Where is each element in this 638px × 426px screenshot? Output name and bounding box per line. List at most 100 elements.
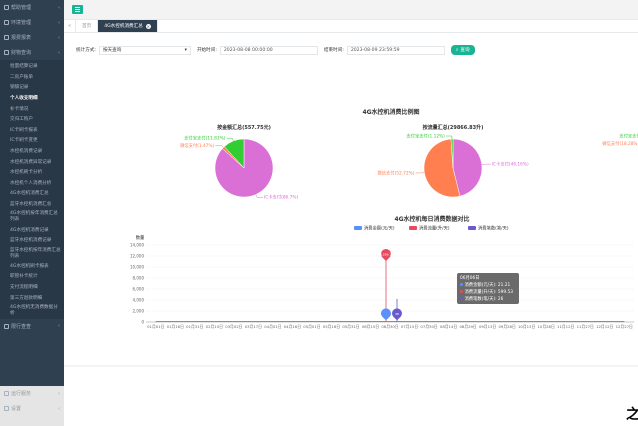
tab-close-icon[interactable]: × bbox=[145, 23, 151, 29]
pie-title: 按流量汇总(29866.83升) bbox=[423, 124, 484, 131]
sidebar-footer-group-0[interactable]: 运行服务 ‹ bbox=[0, 386, 64, 401]
x-tick-label: 04月01日 bbox=[264, 324, 281, 329]
x-tick-label: 01月01日 bbox=[147, 324, 164, 329]
x-tick-label: 01月16日 bbox=[167, 324, 184, 329]
pie-slice-label: 支付宝支付(1.12%) bbox=[406, 133, 445, 140]
y-tick-label: 2,000 bbox=[133, 309, 145, 314]
pie-title: 按金额汇总(557.75元) bbox=[217, 124, 271, 131]
legend-label: 消费笔数(笔/天) bbox=[478, 225, 509, 232]
y-tick-label: 8,000 bbox=[133, 276, 145, 281]
sidebar-group-bottom-0[interactable]: 限行查查 ‹ bbox=[0, 318, 64, 334]
sidebar-item[interactable]: 4G水控机消费汇总 bbox=[0, 188, 64, 199]
menu-group-label: 限行查查 bbox=[11, 323, 32, 330]
query-button[interactable]: ⌕ 查询 bbox=[450, 45, 475, 55]
menu-toggle-button[interactable] bbox=[72, 5, 83, 14]
tab-home[interactable]: 首页 bbox=[76, 20, 99, 32]
y-tick-label: 10,000 bbox=[130, 265, 144, 270]
pie-slice-label: 微信支付(18.28%) bbox=[602, 140, 638, 147]
sidebar-item[interactable]: 个人收支明细 bbox=[0, 93, 64, 104]
top-bar bbox=[64, 0, 638, 20]
chevron-left-icon: ‹ bbox=[58, 4, 60, 11]
tab-scroll-left-icon[interactable]: « bbox=[64, 20, 76, 32]
sidebar-item[interactable]: 蓝牙水控机消费记录 bbox=[0, 235, 64, 246]
corner-text: 之 bbox=[626, 407, 638, 423]
chevron-left-icon: ‹ bbox=[58, 390, 60, 397]
tab-bar: « 首页 4G水控机消费汇总 × bbox=[64, 20, 638, 33]
x-tick-label: 06月30日 bbox=[381, 324, 398, 329]
x-tick-label: 05月31日 bbox=[342, 324, 359, 329]
stat-mode-select[interactable]: 按天查询 ▾ bbox=[98, 45, 191, 55]
legend-label: 消费流量(升/天) bbox=[419, 225, 450, 232]
sidebar-footer: 运行服务 ‹ 设置 ‹ bbox=[0, 386, 64, 426]
x-tick-label: 06月15日 bbox=[362, 324, 379, 329]
sidebar-item[interactable]: IC卡刷卡报表 bbox=[0, 125, 64, 136]
sidebar-item[interactable]: 蓝牙水控机按年消费汇总列表 bbox=[0, 246, 64, 261]
x-tick-label: 01月31日 bbox=[186, 324, 203, 329]
stat-mode-value: 按天查询 bbox=[102, 48, 122, 53]
sidebar-group-3[interactable]: 财物查询 ‹ bbox=[0, 45, 64, 60]
sidebar-item[interactable]: 4G水控机按年消费汇总列表 bbox=[0, 209, 64, 224]
sidebar-group-1[interactable]: 环境管理 ‹ bbox=[0, 15, 64, 30]
tooltip-row: 消费金额(元/天): 21.21 bbox=[465, 281, 511, 288]
sidebar-item[interactable]: IC卡刷卡变更 bbox=[0, 135, 64, 146]
line-chart-title: 4G水控机每日消费数据对比 bbox=[394, 215, 469, 223]
pie-slice-label: IC卡支付(86.7%) bbox=[264, 194, 298, 201]
pie-slice-label: IC卡支付(46.16%) bbox=[492, 161, 529, 168]
x-tick-label: 11月12日 bbox=[557, 324, 574, 329]
sidebar-group-2[interactable]: 报费报表 ‹ bbox=[0, 30, 64, 45]
x-tick-label: 12月12日 bbox=[596, 324, 613, 329]
sidebar-item[interactable]: 二房户账单 bbox=[0, 72, 64, 83]
x-tick-label: 09月13日 bbox=[479, 324, 496, 329]
bottom-blank-area bbox=[64, 386, 638, 426]
y-tick-label: 14,000 bbox=[130, 243, 144, 248]
sidebar-footer-group-1[interactable]: 设置 ‹ bbox=[0, 401, 64, 416]
sidebar-item[interactable]: 支付流程明细 bbox=[0, 282, 64, 293]
y-tick-label: 12,000 bbox=[130, 254, 144, 259]
sidebar-item[interactable]: 蓝牙水控机消费汇总 bbox=[0, 199, 64, 210]
query-button-label: 查询 bbox=[460, 48, 470, 53]
sidebar-item[interactable]: 钢铺记录 bbox=[0, 82, 64, 93]
sidebar-item[interactable]: 水控机个人消费分析 bbox=[0, 178, 64, 189]
y-tick-label: 6,000 bbox=[133, 287, 145, 292]
sidebar-item[interactable]: 4G水控机消费记录 bbox=[0, 224, 64, 235]
pie-chart-title: 4G水控机消费比例图 bbox=[362, 108, 419, 116]
sidebar-item[interactable]: 补卡情况 bbox=[0, 103, 64, 114]
tab-4g-summary[interactable]: 4G水控机消费汇总 × bbox=[98, 20, 158, 32]
start-time-value: 2023-08-08 00:00:00 bbox=[223, 47, 273, 53]
menu-group-icon bbox=[4, 35, 9, 40]
sidebar-item[interactable]: 交归工购户 bbox=[0, 114, 64, 125]
x-tick-label: 10月28日 bbox=[538, 324, 555, 329]
sidebar-item[interactable]: 职管补卡统计 bbox=[0, 271, 64, 282]
chevron-left-icon: ‹ bbox=[58, 19, 60, 26]
tooltip-date: 06月06日 bbox=[460, 275, 480, 281]
sidebar-item[interactable]: 水控机消费记录 bbox=[0, 146, 64, 157]
sidebar: 帮助管理 ‹ 环境管理 ‹ 报费报表 ‹ 财物查询 ‹ 批量结算记录 二房户账单 钢铺记录 个人收支… bbox=[0, 0, 64, 426]
legend-swatch bbox=[468, 226, 476, 230]
pie-slice-label: 微信支付(52.72%) bbox=[377, 169, 414, 176]
filter-bar: 统计方式: 按天查询 ▾ 开始时间: 2023-08-08 00:00:00 结束… bbox=[76, 44, 475, 56]
tooltip-row: 消费流量(升/天): 599.53 bbox=[465, 288, 514, 295]
end-time-value: 2023-08-09 23:59:59 bbox=[350, 47, 400, 53]
start-time-input[interactable]: 2023-08-08 00:00:00 bbox=[219, 45, 318, 55]
marker-pin-label: 1359.1 bbox=[381, 253, 392, 257]
sidebar-item[interactable]: 水控机消费异常记录 bbox=[0, 156, 64, 167]
menu-group-icon bbox=[4, 391, 9, 396]
tooltip-dot bbox=[460, 283, 463, 286]
sidebar-group-0[interactable]: 帮助管理 ‹ bbox=[0, 0, 64, 15]
x-tick-label: 12月27日 bbox=[616, 324, 633, 329]
end-time-input[interactable]: 2023-08-09 23:59:59 bbox=[346, 45, 445, 55]
marker-pin-amount bbox=[381, 308, 391, 321]
x-tick-label: 03月17日 bbox=[245, 324, 262, 329]
sidebar-item[interactable]: 4G水控机无消费数据分析 bbox=[0, 303, 64, 318]
menu-group-label: 财物查询 bbox=[11, 50, 32, 56]
pie-slice-label: 支付宝支付(2.23%) bbox=[619, 133, 638, 140]
sidebar-item[interactable]: 第三方退款明细 bbox=[0, 292, 64, 303]
pie-label-line bbox=[255, 194, 263, 198]
x-tick-label: 05月16日 bbox=[323, 324, 340, 329]
sidebar-item[interactable]: 4G水控机刷卡报表 bbox=[0, 261, 64, 272]
sidebar-item[interactable]: 批量结算记录 bbox=[0, 61, 64, 72]
x-tick-label: 09月28日 bbox=[498, 324, 515, 329]
sidebar-item[interactable]: 水控机刷卡分析 bbox=[0, 167, 64, 178]
menu-group-icon bbox=[4, 406, 9, 411]
x-tick-label: 08月14日 bbox=[440, 324, 457, 329]
